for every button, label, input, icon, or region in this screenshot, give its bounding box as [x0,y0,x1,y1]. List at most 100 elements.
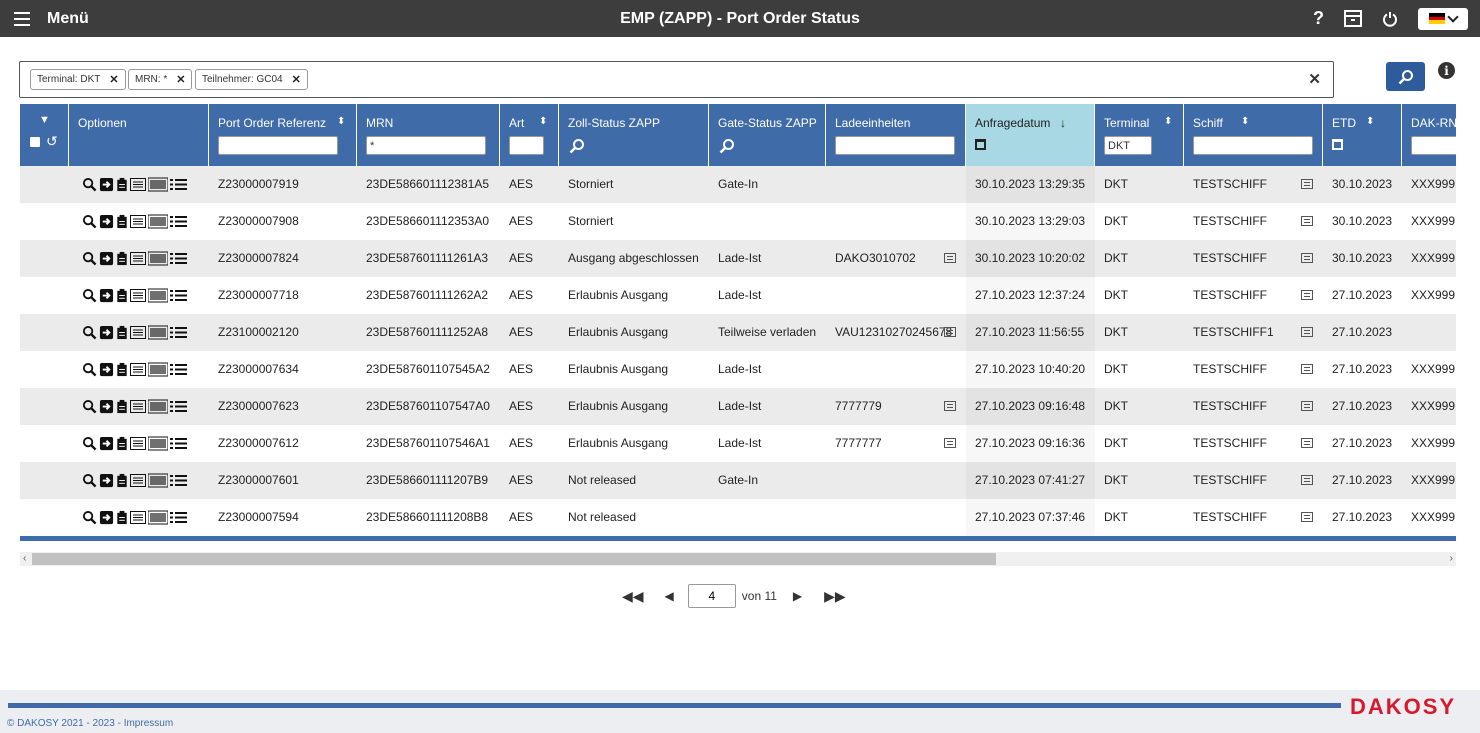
sort-icon[interactable]: ⬍ [337,116,345,127]
clipboard-icon[interactable] [116,473,128,488]
filter-dak-rn[interactable] [1411,136,1456,155]
list-box-icon[interactable] [130,325,146,340]
note-icon[interactable] [1301,179,1313,189]
barcode-icon[interactable] [148,251,168,266]
list-box-icon[interactable] [130,473,146,488]
table-row[interactable]: Z23000007919 23DE586601112381A5 AES Stornie… [20,166,1456,203]
clipboard-icon[interactable] [116,325,128,340]
clipboard-icon[interactable] [116,251,128,266]
column-port-order-referenz[interactable]: Port Order Referenz ⬍ [209,104,357,166]
column-zoll-status[interactable]: Zoll-Status ZAPP [559,104,709,166]
sort-icon[interactable]: ⬍ [1241,116,1249,127]
horizontal-scrollbar[interactable]: ‹ › [20,552,1456,566]
details-search-icon[interactable] [82,362,97,377]
filter-schiff[interactable] [1193,136,1313,155]
first-page-icon[interactable]: ◀◀ [622,588,644,605]
barcode-icon[interactable] [148,436,168,451]
note-icon[interactable] [944,327,956,337]
archive-icon[interactable] [1344,10,1362,27]
barcode-icon[interactable] [148,288,168,303]
open-icon[interactable] [99,288,114,303]
bullet-list-icon[interactable] [170,288,187,303]
open-icon[interactable] [99,436,114,451]
table-row[interactable]: Z23100002120 23DE587601111252A8 AES Erlaubn… [20,314,1456,351]
info-icon[interactable]: i [1438,62,1455,79]
scrollbar-thumb[interactable] [32,553,996,565]
column-art[interactable]: Art ⬍ [500,104,559,166]
search-icon[interactable] [719,138,735,154]
scroll-left-icon[interactable]: ‹ [23,552,26,566]
details-search-icon[interactable] [82,473,97,488]
list-box-icon[interactable] [130,362,146,377]
note-icon[interactable] [1301,216,1313,226]
note-icon[interactable] [1301,253,1313,263]
bullet-list-icon[interactable] [170,399,187,414]
previous-page-icon[interactable]: ◀ [665,589,674,603]
column-etd[interactable]: ETD ⬍ [1323,104,1402,166]
page-number-input[interactable] [687,584,736,608]
open-icon[interactable] [99,473,114,488]
details-search-icon[interactable] [82,251,97,266]
bullet-list-icon[interactable] [170,214,187,229]
details-search-icon[interactable] [82,288,97,303]
clipboard-icon[interactable] [116,362,128,377]
open-icon[interactable] [99,325,114,340]
remove-chip-icon[interactable]: ✕ [176,73,185,86]
sort-icon[interactable]: ⬍ [539,116,547,127]
list-box-icon[interactable] [130,436,146,451]
note-icon[interactable] [1301,290,1313,300]
column-gate-status[interactable]: Gate-Status ZAPP [709,104,826,166]
bullet-list-icon[interactable] [170,177,187,192]
barcode-icon[interactable] [148,325,168,340]
list-box-icon[interactable] [130,510,146,525]
copyright-link[interactable]: © DAKOSY 2021 - 2023 - Impressum [7,718,173,729]
table-row[interactable]: Z23000007634 23DE587601107545A2 AES Erlaubn… [20,351,1456,388]
remove-chip-icon[interactable]: ✕ [292,73,301,86]
filter-chip-terminal[interactable]: Terminal: DKT ✕ [30,69,126,90]
open-icon[interactable] [99,510,114,525]
details-search-icon[interactable] [82,177,97,192]
bullet-list-icon[interactable] [170,436,187,451]
collapse-icon[interactable]: ▼ [39,114,50,126]
barcode-icon[interactable] [148,214,168,229]
bullet-list-icon[interactable] [170,362,187,377]
column-mrn[interactable]: MRN [357,104,500,166]
open-icon[interactable] [99,177,114,192]
details-search-icon[interactable] [82,436,97,451]
last-page-icon[interactable]: ▶▶ [824,588,846,605]
note-icon[interactable] [1301,401,1313,411]
bullet-list-icon[interactable] [170,510,187,525]
table-row[interactable]: Z23000007594 23DE586601111208B8 AES Not rel… [20,499,1456,536]
menu-button[interactable]: Menü [14,0,89,37]
column-anfragedatum[interactable]: Anfragedatum ↓ [966,104,1095,166]
table-row[interactable]: Z23000007824 23DE587601111261A3 AES Ausgang… [20,240,1456,277]
sort-desc-icon[interactable]: ↓ [1060,116,1066,130]
bullet-list-icon[interactable] [170,251,187,266]
open-icon[interactable] [99,251,114,266]
language-selector[interactable] [1418,7,1468,30]
note-icon[interactable] [1301,512,1313,522]
filter-input[interactable]: Terminal: DKT ✕ MRN: * ✕ Teilnehmer: GC0… [19,61,1334,98]
list-box-icon[interactable] [130,288,146,303]
table-row[interactable]: Z23000007601 23DE586601111207B9 AES Not rel… [20,462,1456,499]
details-search-icon[interactable] [82,214,97,229]
scroll-right-icon[interactable]: › [1450,552,1453,566]
bullet-list-icon[interactable] [170,325,187,340]
table-row[interactable]: Z23000007908 23DE586601112353A0 AES Stornie… [20,203,1456,240]
filter-mrn[interactable] [366,136,486,155]
bullet-list-icon[interactable] [170,473,187,488]
column-dak-rn[interactable]: DAK-RN [1402,104,1456,166]
calendar-icon[interactable] [975,139,986,150]
filter-terminal[interactable] [1104,136,1152,155]
save-icon[interactable] [30,137,40,147]
search-icon[interactable] [569,138,585,154]
clipboard-icon[interactable] [116,177,128,192]
open-icon[interactable] [99,399,114,414]
barcode-icon[interactable] [148,510,168,525]
barcode-icon[interactable] [148,177,168,192]
open-icon[interactable] [99,214,114,229]
note-icon[interactable] [944,401,956,411]
reset-icon[interactable]: ↺ [46,133,58,150]
filter-port-order-referenz[interactable] [218,136,338,155]
column-schiff[interactable]: Schiff ⬍ [1184,104,1323,166]
